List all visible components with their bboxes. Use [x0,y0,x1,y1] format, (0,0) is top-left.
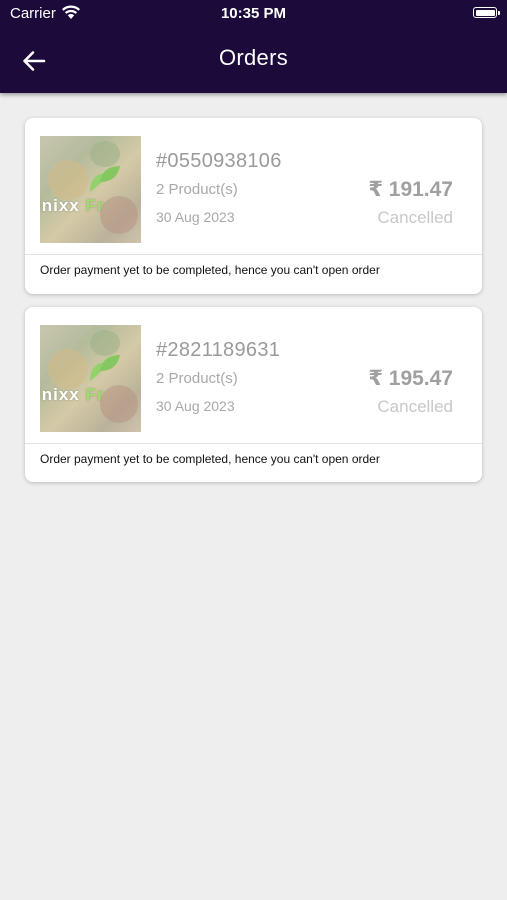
order-number: #2821189631 [156,339,281,361]
order-thumbnail: inixx Fr [40,325,141,432]
order-status: Cancelled [377,208,453,227]
clock: 10:35 PM [220,5,287,22]
card-divider [25,443,482,444]
payment-note: Order payment yet to be completed, hence… [40,452,380,466]
order-price: ₹ 191.47 [368,178,453,201]
order-price: ₹ 195.47 [368,367,453,390]
order-date: 30 Aug 2023 [156,398,235,414]
order-date: 30 Aug 2023 [156,209,235,225]
order-status: Cancelled [377,397,453,416]
card-divider [25,254,482,255]
page-title: Orders [218,45,289,70]
app-header: Carrier 10:35 PM Orders [0,0,507,93]
order-thumbnail: inixx Fr [40,136,141,243]
order-card[interactable]: inixx Fr #0550938106 2 Product(s) 30 Aug… [25,118,482,294]
order-card[interactable]: inixx Fr #2821189631 2 Product(s) 30 Aug… [25,307,482,482]
order-number: #0550938106 [156,150,282,172]
battery-icon [473,7,500,18]
status-bar: Carrier 10:35 PM [0,0,507,28]
product-count: 2 Product(s) [156,181,238,198]
payment-note: Order payment yet to be completed, hence… [40,263,380,277]
product-count: 2 Product(s) [156,370,238,387]
